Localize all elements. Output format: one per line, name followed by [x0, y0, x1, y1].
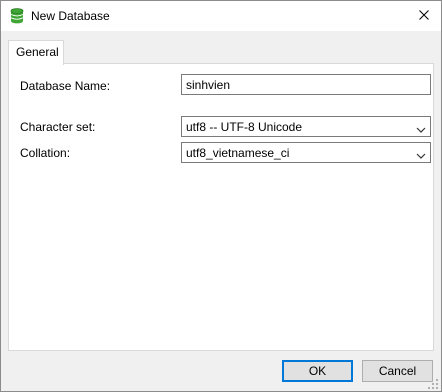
window-title: New Database [31, 9, 110, 23]
tab-general[interactable]: General [8, 40, 64, 65]
chevron-down-icon [416, 123, 426, 133]
general-tab-panel: Database Name: sinhvien Character set: u… [8, 63, 434, 351]
chevron-down-icon [416, 149, 426, 159]
cancel-button[interactable]: Cancel [362, 360, 433, 382]
collation-value: utf8_vietnamese_ci [186, 146, 290, 160]
database-name-value: sinhvien [186, 78, 231, 92]
collation-select[interactable]: utf8_vietnamese_ci [181, 142, 431, 163]
close-icon [419, 9, 429, 23]
database-name-label: Database Name: [20, 79, 111, 93]
close-button[interactable] [407, 1, 441, 31]
new-database-dialog: New Database General Database Name: sinh… [0, 0, 442, 392]
collation-label: Collation: [20, 146, 71, 160]
title-bar[interactable]: New Database [1, 1, 441, 31]
character-set-value: utf8 -- UTF-8 Unicode [186, 120, 303, 134]
database-name-input[interactable]: sinhvien [181, 74, 431, 95]
database-icon [10, 8, 24, 24]
character-set-label: Character set: [20, 120, 96, 134]
tab-general-label: General [16, 45, 59, 59]
resize-grip-icon[interactable] [428, 378, 438, 389]
character-set-select[interactable]: utf8 -- UTF-8 Unicode [181, 116, 431, 137]
ok-button[interactable]: OK [282, 360, 353, 382]
